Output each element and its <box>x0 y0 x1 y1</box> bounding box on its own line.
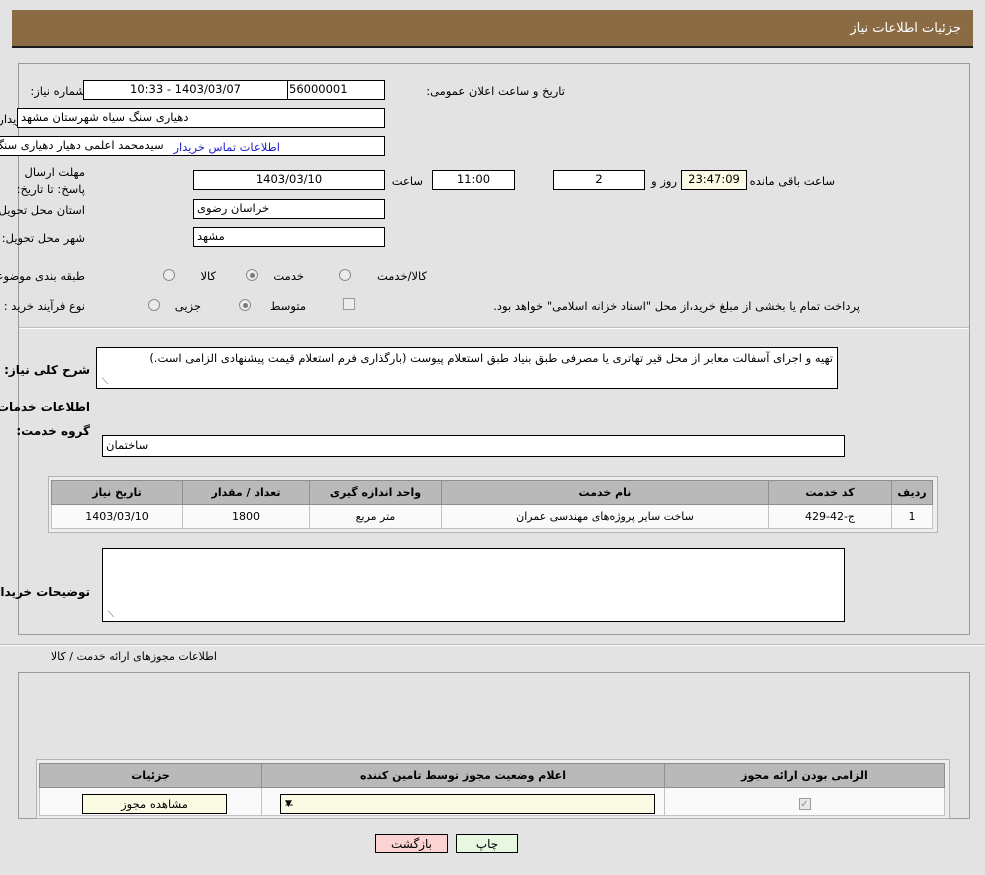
remaining-time-field: 23:47:09 <box>681 170 747 190</box>
permit-required-checkbox <box>799 798 811 810</box>
chevron-down-icon: ▼ <box>285 799 292 809</box>
view-permit-label: مشاهده مجوز <box>121 797 188 811</box>
view-permit-button[interactable]: مشاهده مجوز <box>82 794 227 814</box>
category-option-service-label: خدمت <box>273 269 304 283</box>
services-heading: اطلاعات خدمات مورد نیاز <box>0 400 90 414</box>
cell-code: ج-42-429 <box>769 505 892 529</box>
resize-grip-icon[interactable] <box>105 611 114 620</box>
remaining-days-field[interactable]: 2 <box>553 170 645 190</box>
col-unit: واحد اندازه گیری <box>310 481 442 505</box>
deadline-hour-label: ساعت <box>392 174 423 188</box>
province-label: استان محل تحویل: <box>0 203 85 217</box>
cell-permit-required <box>665 788 945 816</box>
col-row: ردیف <box>892 481 933 505</box>
cell-name: ساخت سایر پروژه‌های مهندسی عمران <box>442 505 769 529</box>
table-row: 1 ج-42-429 ساخت سایر پروژه‌های مهندسی عم… <box>52 505 933 529</box>
divider-2 <box>0 644 985 646</box>
need-number-label: شماره نیاز: <box>15 84 85 98</box>
deadline-date-field[interactable]: 1403/03/10 <box>193 170 385 190</box>
province-field[interactable]: خراسان رضوی <box>193 199 385 219</box>
category-label: طبقه بندی موضوعی: <box>0 269 85 283</box>
category-radio-goods[interactable] <box>163 269 175 281</box>
services-table: ردیف کد خدمت نام خدمت واحد اندازه گیری ت… <box>51 480 933 529</box>
process-radio-medium[interactable] <box>239 299 251 311</box>
category-option-goods-service-label: کالا/خدمت <box>377 269 427 283</box>
buyer-notes-text <box>103 549 844 553</box>
cell-quantity: 1800 <box>183 505 310 529</box>
deadline-hour-field[interactable]: 11:00 <box>432 170 515 190</box>
buyer-notes-label: توضیحات خریدار: <box>0 585 90 599</box>
col-permit-details: جزئیات <box>40 764 262 788</box>
city-field[interactable]: مشهد <box>193 227 385 247</box>
print-button[interactable]: چاپ <box>456 834 518 853</box>
cell-row: 1 <box>892 505 933 529</box>
process-option-medium-label: متوسط <box>270 299 306 313</box>
announce-datetime-label: تاریخ و ساعت اعلان عمومی: <box>426 84 565 98</box>
buyer-notes-textarea[interactable] <box>102 548 845 622</box>
category-radio-service[interactable] <box>246 269 258 281</box>
cell-unit: متر مربع <box>310 505 442 529</box>
description-label: شرح کلی نیاز: <box>4 363 90 377</box>
resize-grip-icon[interactable] <box>99 378 108 387</box>
service-group-field[interactable]: ساختمان <box>102 435 845 457</box>
back-button-label: بازگشت <box>391 837 432 851</box>
cell-need-date: 1403/03/10 <box>52 505 183 529</box>
permit-status-select[interactable]: -- ▼ <box>280 794 655 814</box>
treasury-checkbox[interactable] <box>343 298 355 310</box>
process-option-minor-label: جزیی <box>175 299 201 313</box>
announce-datetime-field[interactable]: 1403/03/07 - 10:33 <box>83 80 288 100</box>
deadline-label: مهلت ارسال پاسخ: تا تاریخ: <box>13 164 85 197</box>
treasury-note: پرداخت تمام یا بخشی از مبلغ خرید،از محل … <box>493 299 860 313</box>
col-permit-required: الزامی بودن ارائه مجوز <box>665 764 945 788</box>
permits-table-header-row: الزامی بودن ارائه مجوز اعلام وضعیت مجوز … <box>40 764 945 788</box>
col-quantity: تعداد / مقدار <box>183 481 310 505</box>
col-need-date: تاریخ نیاز <box>52 481 183 505</box>
description-textarea[interactable]: تهیه و اجرای آسفالت معابر از محل قیر تها… <box>96 347 838 389</box>
divider-1 <box>19 327 969 329</box>
service-group-label: گروه خدمت: <box>16 424 90 438</box>
page-header: جزئیات اطلاعات نیاز <box>12 10 973 48</box>
col-permit-status: اعلام وضعیت مجوز توسط تامین کننده <box>262 764 665 788</box>
city-label: شهر محل تحویل: <box>2 231 85 245</box>
col-code: کد خدمت <box>769 481 892 505</box>
back-button[interactable]: بازگشت <box>375 834 448 853</box>
services-table-header-row: ردیف کد خدمت نام خدمت واحد اندازه گیری ت… <box>52 481 933 505</box>
buyer-contact-link[interactable]: اطلاعات تماس خریدار <box>173 140 280 154</box>
col-name: نام خدمت <box>442 481 769 505</box>
process-radio-minor[interactable] <box>148 299 160 311</box>
remaining-days-label: روز و <box>651 174 677 188</box>
permits-caption: اطلاعات مجوزهای ارائه خدمت / کالا <box>51 650 217 663</box>
description-text: تهیه و اجرای آسفالت معابر از محل قیر تها… <box>97 348 837 369</box>
remaining-time-label: ساعت باقی مانده <box>750 174 835 188</box>
print-button-label: چاپ <box>476 837 498 851</box>
category-option-goods-label: کالا <box>200 269 216 283</box>
page-title: جزئیات اطلاعات نیاز <box>850 21 961 36</box>
buyer-org-field[interactable]: دهیاری سنگ سیاه شهرستان مشهد <box>17 108 385 128</box>
category-radio-goods-service[interactable] <box>339 269 351 281</box>
process-label: نوع فرآیند خرید : <box>4 299 85 313</box>
